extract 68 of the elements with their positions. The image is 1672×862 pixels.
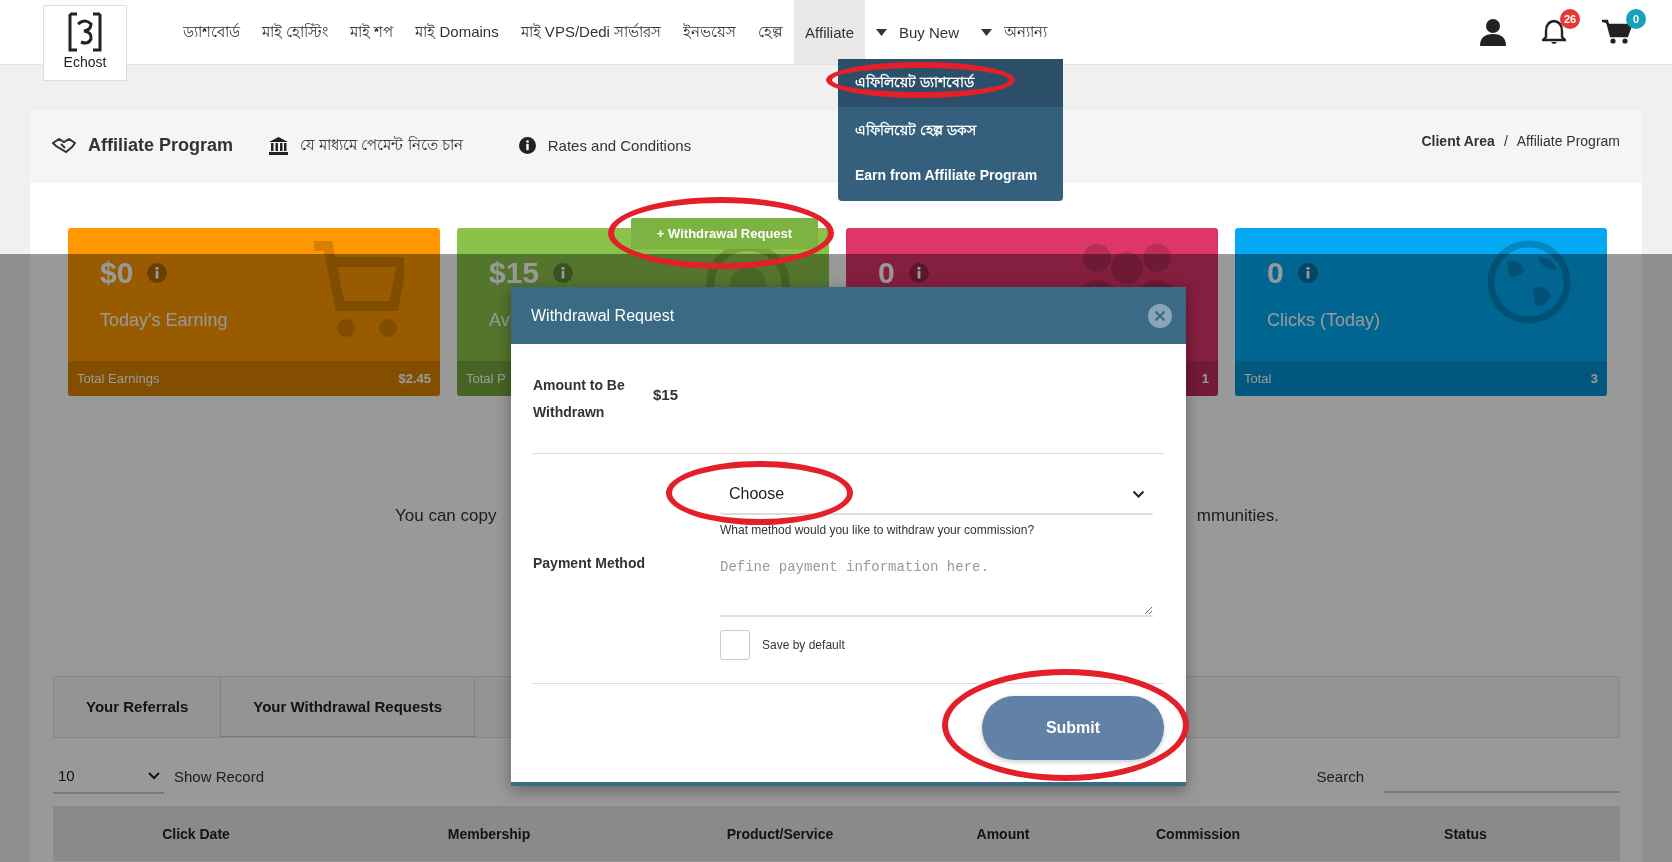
column-header: Membership (446, 825, 532, 842)
handshake-icon (52, 137, 76, 154)
breadcrumb-separator: / (1503, 132, 1508, 149)
column-header: Commission (1155, 825, 1241, 842)
caret-icon (981, 28, 993, 36)
cart-icon (1602, 19, 1632, 45)
stat-label: Av (489, 310, 510, 331)
field-label: Amount to Be Withdrawn (533, 375, 626, 422)
panel-title-text: Affiliate Program (88, 135, 234, 156)
footer-value: 1 (1201, 371, 1209, 386)
footer-label: Total (1244, 371, 1272, 386)
footer-value: 3 (1590, 371, 1598, 386)
close-button[interactable] (1148, 303, 1172, 328)
panel-link[interactable]: যে মাধ্যমে পেমেন্ট নিতে চান (269, 133, 463, 158)
footer-value: $2.45 (398, 371, 431, 386)
logo-icon (66, 12, 104, 52)
record-label: Show Record (174, 768, 265, 785)
nav-item[interactable]: মাই Domains (404, 0, 510, 64)
stat-label: Clicks (Today) (1267, 310, 1381, 331)
tab[interactable]: Your Withdrawal Requests (221, 677, 476, 737)
notification-count: 26 (1560, 9, 1580, 29)
nav-item[interactable]: হেল্প (747, 0, 795, 64)
stat-value: $0 (100, 256, 134, 290)
chevron-icon (148, 771, 160, 780)
field-label: Payment Method (533, 554, 646, 573)
chevron-icon (1132, 489, 1145, 498)
column-header: Status (1443, 825, 1488, 842)
footer-label: Total P (466, 371, 506, 386)
user-icon[interactable] (1480, 18, 1506, 46)
info-icon (518, 137, 536, 154)
amount-value: $15 (653, 386, 679, 403)
logo-text: Echost (63, 54, 107, 70)
intro-text: mmunities. (1196, 506, 1279, 526)
payment-method-select[interactable]: Choose (720, 474, 1153, 515)
hint-text: What method would you like to withdraw your commission? (720, 523, 1036, 537)
nav-item[interactable]: ড্যাশবোর্ড (172, 0, 251, 64)
notification-button[interactable]: 26 (1542, 9, 1580, 45)
record-count-select[interactable]: 10 (53, 759, 164, 794)
modal-title: Withdrawal Request (531, 306, 675, 325)
column-header: Click Date (161, 825, 231, 842)
cart-count: 0 (1626, 9, 1646, 29)
stat-value: 0 (878, 256, 895, 290)
close-icon (1148, 303, 1172, 328)
bell-icon (1542, 19, 1566, 45)
stat-value: $15 (489, 256, 540, 290)
checkbox-label: Save by default (762, 638, 845, 652)
nav-item[interactable]: মাই হোস্টিং (251, 0, 340, 64)
panel-link[interactable]: Rates and Conditions (518, 137, 692, 154)
bank-icon (269, 136, 289, 155)
nav-item[interactable]: Affiliate (794, 0, 865, 64)
footer-label: Total Earnings (77, 371, 160, 386)
intro-text: You can copy (395, 506, 497, 526)
column-header: Product/Service (725, 825, 835, 842)
breadcrumb-item[interactable]: Client Area (1421, 132, 1495, 149)
checkbox[interactable] (720, 630, 750, 660)
nav-item[interactable]: মাই VPS/Dedi সার্ভারস (509, 0, 673, 64)
caret-icon (876, 28, 887, 36)
dropdown-item[interactable]: এফিলিয়েট হেল্প ডকস (838, 107, 1063, 155)
dropdown-item[interactable]: Earn from Affiliate Program (838, 155, 1063, 195)
nav-item[interactable]: মাই শপ (339, 0, 405, 64)
column-header: Amount (975, 825, 1031, 842)
logo-frame[interactable]: Echost (43, 5, 127, 81)
submit-button[interactable]: Submit (982, 696, 1164, 760)
stat-value: 0 (1267, 256, 1284, 290)
stat-label: Today's Earning (100, 310, 228, 331)
nav-item[interactable]: ইনভয়েস (672, 0, 748, 64)
breadcrumb-item[interactable]: Affiliate Program (1516, 132, 1620, 149)
search-label: Search (1316, 768, 1364, 785)
